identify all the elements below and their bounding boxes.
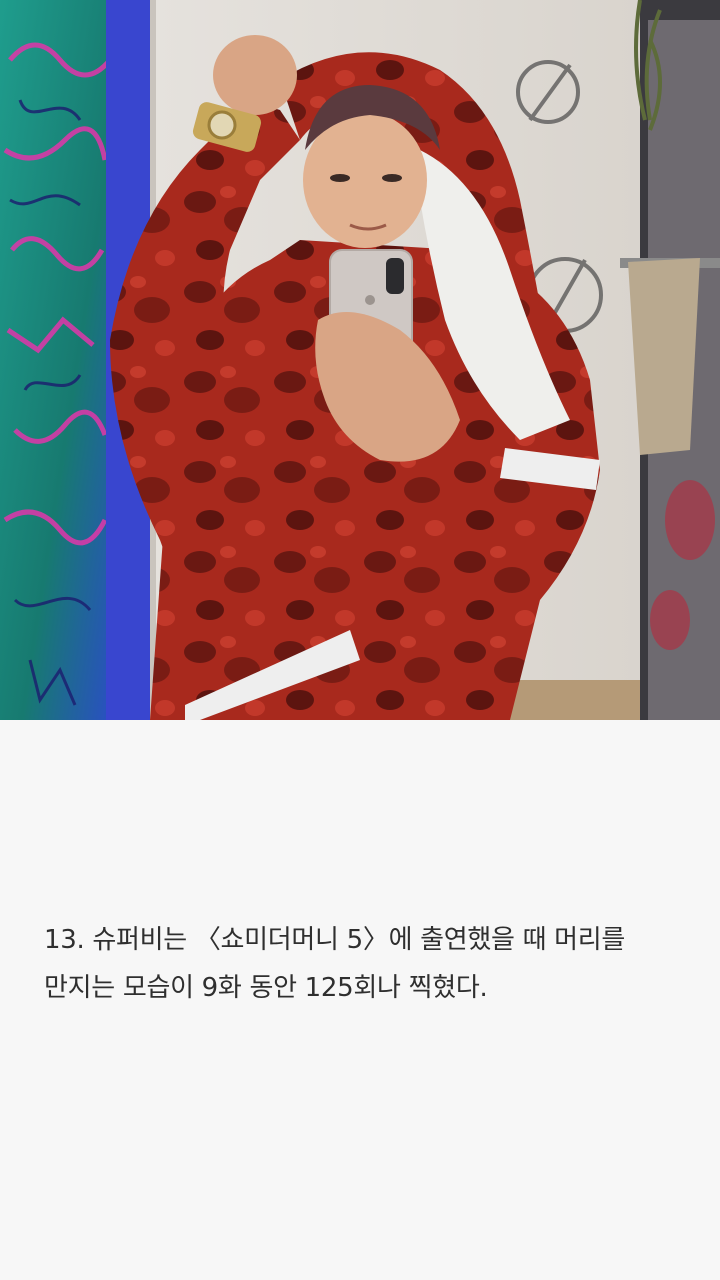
caption-text: 13. 슈퍼비는 〈쇼미더머니 5〉에 출연했을 때 머리를 만지는 모습이 9… (44, 925, 626, 1003)
phone-camera (386, 258, 404, 294)
floor (500, 680, 640, 720)
hanging-towel (628, 258, 700, 455)
photo-illustration (0, 0, 720, 720)
selfie-photo (0, 0, 720, 720)
raised-hand (213, 35, 297, 115)
caption-area: 13. 슈퍼비는 〈쇼미더머니 5〉에 출연했을 때 머리를 만지는 모습이 9… (0, 720, 720, 1280)
